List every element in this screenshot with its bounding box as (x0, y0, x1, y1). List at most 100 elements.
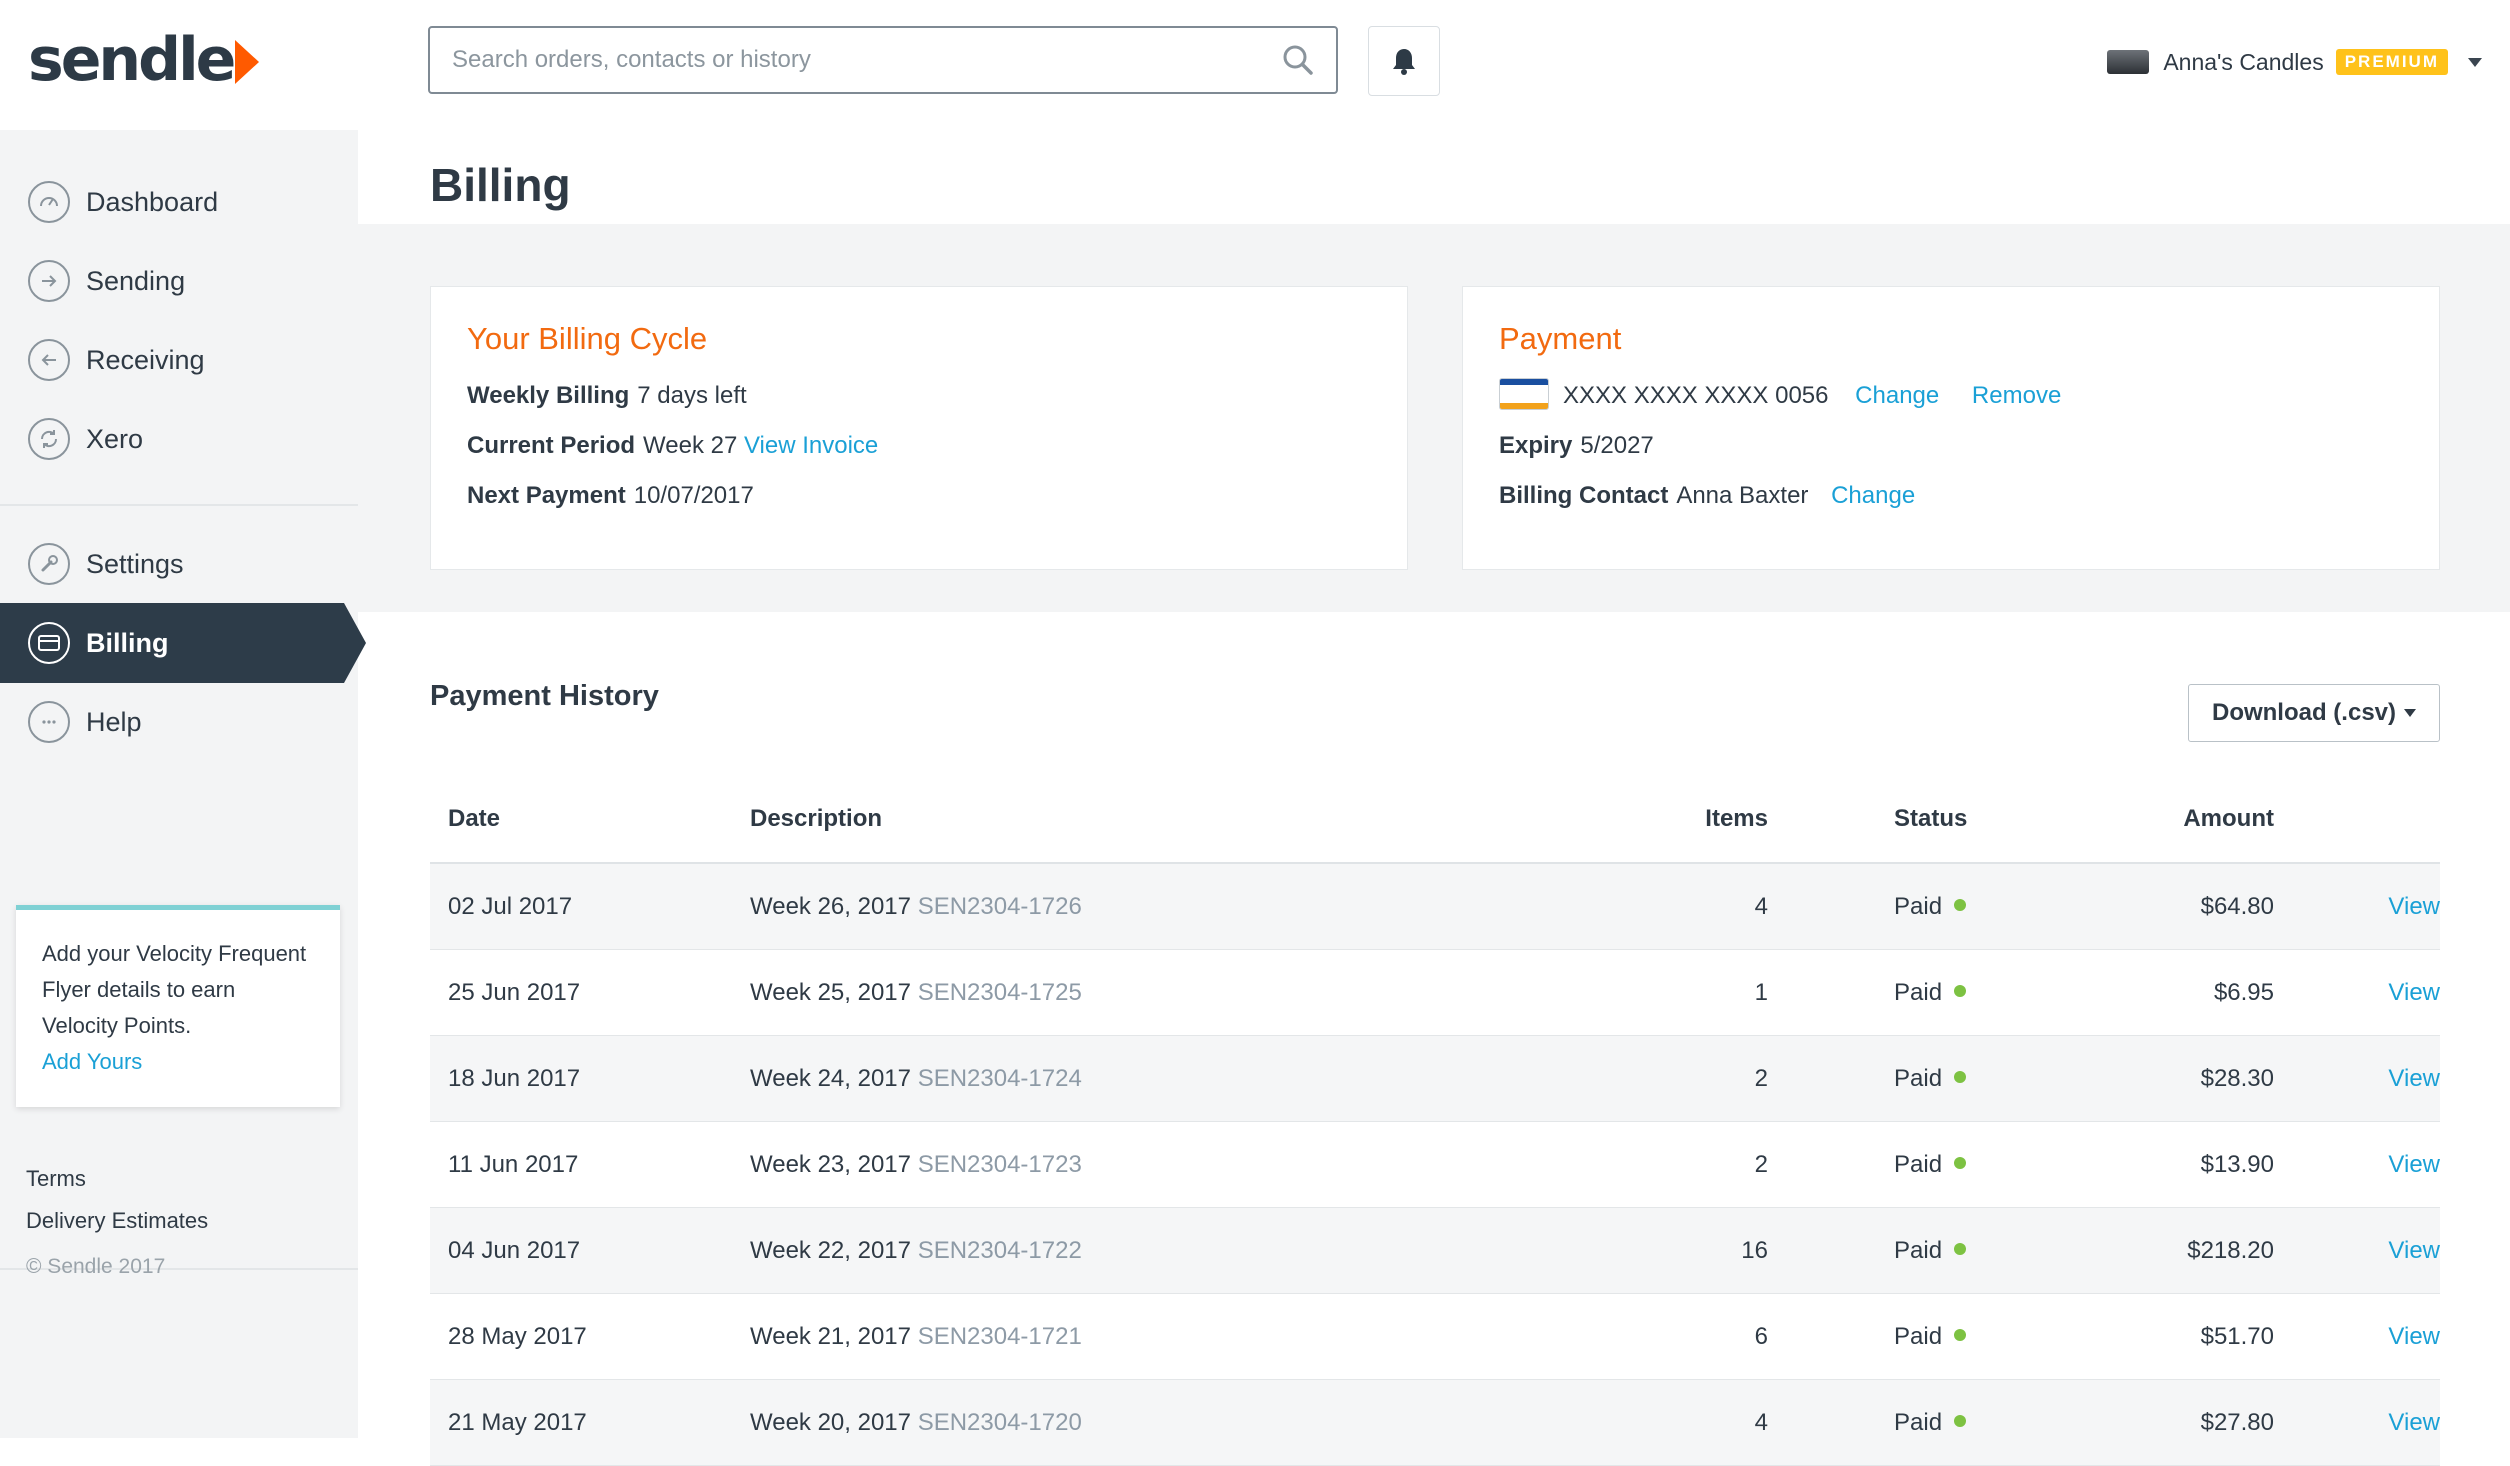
sidebar-item-label: Receiving (86, 344, 205, 375)
copyright: © Sendle 2017 (26, 1255, 166, 1278)
billing-contact-label: Billing Contact (1499, 482, 1669, 509)
row-status: Paid (1768, 949, 2104, 1036)
row-items: 2 (1620, 1121, 1768, 1208)
change-card-link[interactable]: Change (1855, 382, 1939, 409)
view-link[interactable]: View (2388, 1323, 2440, 1350)
search-box (428, 26, 1338, 94)
search-input[interactable] (430, 28, 1252, 92)
current-period-label: Current Period (467, 432, 636, 459)
table-row[interactable]: 18 Jun 2017 Week 24, 2017 SEN2304-1724 2… (430, 1035, 2440, 1122)
status-dot-icon (1954, 1415, 1967, 1428)
delivery-estimates-link[interactable]: Delivery Estimates (26, 1200, 208, 1242)
download-csv-button[interactable]: Download (.csv) (2188, 684, 2440, 742)
status-dot-icon (1954, 1071, 1967, 1084)
row-status: Paid (1768, 1207, 2104, 1294)
status-text: Paid (1894, 892, 1943, 920)
table-row[interactable]: 02 Jul 2017 Week 26, 2017 SEN2304-1726 4… (430, 863, 2440, 950)
row-date: 02 Jul 2017 (430, 863, 750, 950)
view-link[interactable]: View (2388, 893, 2440, 920)
view-link[interactable]: View (2388, 979, 2440, 1006)
row-date: 25 Jun 2017 (430, 949, 750, 1036)
payment-card: Payment VISA XXXX XXXX XXXX 0056 Change R… (1462, 286, 2440, 570)
next-payment-row: Next Payment 10/07/2017 (467, 471, 1371, 521)
row-description: Week 20, 2017 SEN2304-1720 (750, 1379, 1620, 1466)
col-items[interactable]: Items (1620, 776, 1768, 864)
row-action: View (2274, 1379, 2440, 1466)
add-yours-link[interactable]: Add Yours (42, 1044, 314, 1080)
row-reference: SEN2304-1722 (917, 1236, 1082, 1264)
expiry-value: 5/2027 (1580, 432, 1654, 459)
sidebar-item-label: Xero (86, 423, 144, 454)
arrow-left-circle-icon (28, 339, 70, 381)
sidebar-item-help[interactable]: Help (0, 682, 344, 762)
sidebar-item-receiving[interactable]: Receiving (0, 320, 344, 400)
row-week: Week 22, 2017 (750, 1236, 912, 1264)
billing-cycle-title: Your Billing Cycle (467, 321, 708, 356)
row-description: Week 21, 2017 SEN2304-1721 (750, 1293, 1620, 1380)
table-row[interactable]: 25 Jun 2017 Week 25, 2017 SEN2304-1725 1… (430, 949, 2440, 1036)
search-icon[interactable] (1282, 44, 1314, 76)
table-row[interactable]: 04 Jun 2017 Week 22, 2017 SEN2304-1722 1… (430, 1207, 2440, 1294)
col-amount[interactable]: Amount (2104, 776, 2274, 864)
table-row[interactable]: 21 May 2017 Week 20, 2017 SEN2304-1720 4… (430, 1379, 2440, 1466)
notifications-button[interactable] (1368, 26, 1440, 96)
chat-bubble-icon (28, 701, 70, 743)
avatar (2107, 50, 2150, 74)
premium-badge: PREMIUM (2335, 49, 2448, 75)
row-reference: SEN2304-1726 (917, 892, 1082, 920)
row-week: Week 24, 2017 (750, 1064, 912, 1092)
sidebar-item-sending[interactable]: Sending (0, 241, 344, 321)
billing-cycle-card: Your Billing Cycle Weekly Billing 7 days … (430, 286, 1408, 570)
view-link[interactable]: View (2388, 1409, 2440, 1436)
view-link[interactable]: View (2388, 1237, 2440, 1264)
view-invoice-link[interactable]: View Invoice (744, 432, 878, 459)
status-text: Paid (1894, 1322, 1943, 1350)
row-week: Week 26, 2017 (750, 892, 912, 920)
sendle-logo[interactable]: sendle (28, 28, 260, 92)
col-date[interactable]: Date (430, 776, 750, 864)
row-description: Week 24, 2017 SEN2304-1724 (750, 1035, 1620, 1122)
weekly-billing-label: Weekly Billing (467, 382, 630, 409)
sidebar-item-xero[interactable]: Xero (0, 399, 344, 479)
row-reference: SEN2304-1723 (917, 1150, 1082, 1178)
row-action: View (2274, 863, 2440, 950)
status-text: Paid (1894, 1236, 1943, 1264)
row-date: 28 May 2017 (430, 1293, 750, 1380)
row-description: Week 23, 2017 SEN2304-1723 (750, 1121, 1620, 1208)
weekly-billing-row: Weekly Billing 7 days left (467, 371, 1371, 421)
status-dot-icon (1954, 985, 1967, 998)
sidebar-item-dashboard[interactable]: Dashboard (0, 162, 344, 242)
row-week: Week 23, 2017 (750, 1150, 912, 1178)
current-period-value: Week 27 (643, 432, 738, 459)
sidebar-item-settings[interactable]: Settings (0, 524, 344, 604)
sidebar-item-label: Dashboard (86, 186, 219, 217)
row-amount: $28.30 (2104, 1035, 2274, 1122)
view-link[interactable]: View (2388, 1151, 2440, 1178)
row-status: Paid (1768, 863, 2104, 950)
billing-contact-row: Billing Contact Anna Baxter Change (1499, 471, 2403, 521)
table-row[interactable]: 28 May 2017 Week 21, 2017 SEN2304-1721 6… (430, 1293, 2440, 1380)
view-link[interactable]: View (2388, 1065, 2440, 1092)
row-date: 18 Jun 2017 (430, 1035, 750, 1122)
row-amount: $64.80 (2104, 863, 2274, 950)
col-status[interactable]: Status (1768, 776, 2104, 864)
bell-icon (1393, 49, 1415, 75)
remove-card-link[interactable]: Remove (1972, 382, 2061, 409)
next-payment-value: 10/07/2017 (633, 482, 754, 509)
terms-link[interactable]: Terms (26, 1158, 208, 1200)
row-week: Week 21, 2017 (750, 1322, 912, 1350)
logo-arrow-icon (235, 40, 260, 84)
chevron-down-icon[interactable] (2468, 57, 2482, 67)
sidebar-item-label: Help (86, 706, 142, 737)
col-action (2274, 776, 2440, 864)
current-period-row: Current Period Week 27 View Invoice (467, 421, 1371, 471)
sync-icon (28, 418, 70, 460)
row-amount: $13.90 (2104, 1121, 2274, 1208)
account-menu[interactable]: Anna's Candles PREMIUM (2107, 40, 2482, 84)
account-name: Anna's Candles (2163, 48, 2324, 75)
table-row[interactable]: 11 Jun 2017 Week 23, 2017 SEN2304-1723 2… (430, 1121, 2440, 1208)
change-contact-link[interactable]: Change (1831, 482, 1915, 509)
sidebar-item-billing[interactable]: Billing (0, 603, 366, 683)
col-description[interactable]: Description (750, 776, 1620, 864)
row-action: View (2274, 1121, 2440, 1208)
